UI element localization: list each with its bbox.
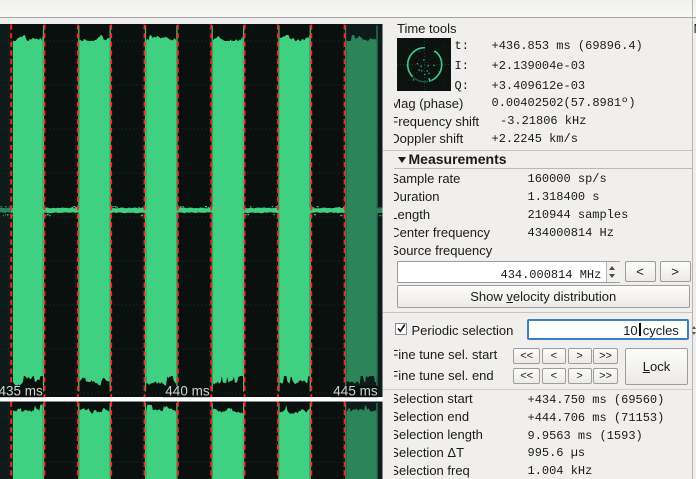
svg-text:435 ms: 435 ms — [0, 384, 43, 399]
svg-text:440 ms: 440 ms — [165, 384, 210, 399]
svg-text:445 ms: 445 ms — [333, 384, 378, 399]
